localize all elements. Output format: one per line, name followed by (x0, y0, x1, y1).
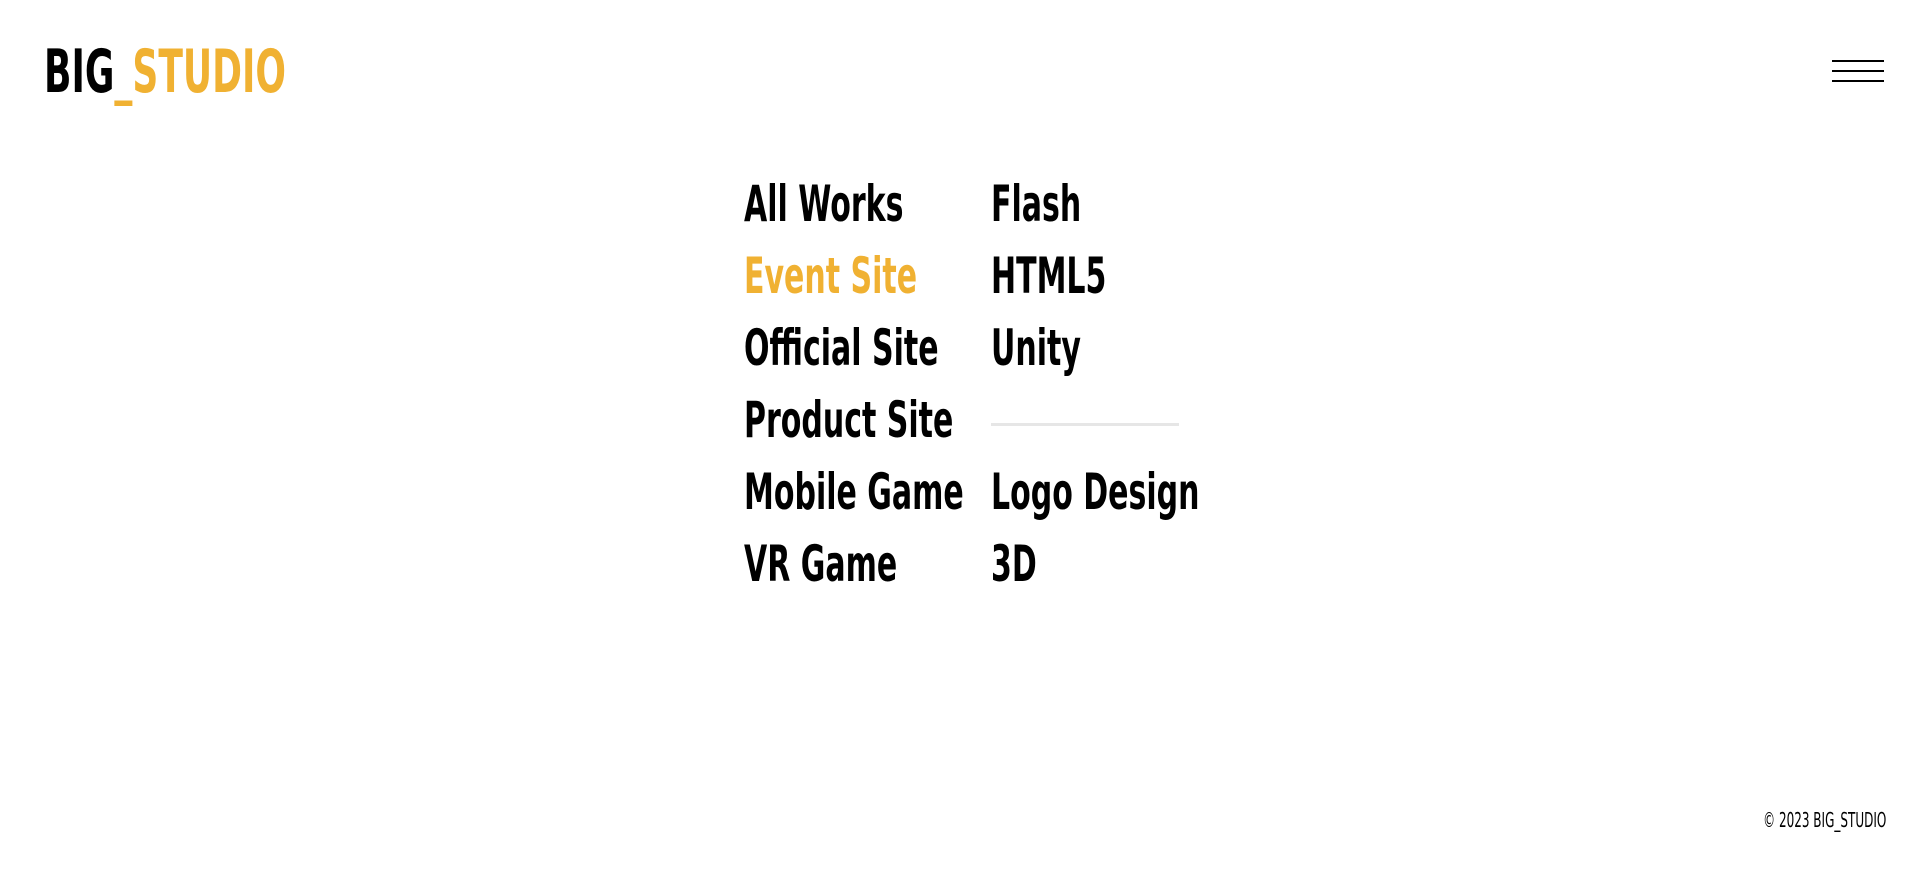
category-label: Flash (991, 175, 1082, 233)
category-label: Product Site (744, 391, 954, 449)
category-column-right: Flash HTML5 Unity Logo Design 3D (991, 172, 1199, 604)
category-label: Unity (991, 319, 1081, 377)
category-product-site[interactable]: Product Site (744, 388, 984, 460)
category-label: HTML5 (991, 247, 1107, 305)
category-all-works[interactable]: All Works (744, 172, 984, 244)
category-label: Logo Design (991, 463, 1200, 521)
category-vr-game[interactable]: VR Game (744, 532, 984, 604)
category-mobile-game[interactable]: Mobile Game (744, 460, 984, 532)
category-divider (991, 388, 1191, 460)
category-label: Mobile Game (744, 463, 964, 521)
category-label: Official Site (744, 319, 939, 377)
divider-rule (991, 423, 1179, 426)
category-label: VR Game (744, 535, 898, 593)
category-label: All Works (744, 175, 904, 233)
hamburger-line (1832, 60, 1884, 62)
category-column-left: All Works Event Site Official Site Produ… (744, 172, 984, 604)
category-logo-design[interactable]: Logo Design (991, 460, 1199, 532)
hamburger-menu-icon[interactable] (1832, 58, 1884, 84)
category-html5[interactable]: HTML5 (991, 244, 1191, 316)
category-flash[interactable]: Flash (991, 172, 1191, 244)
category-label: Event Site (744, 247, 918, 305)
logo-text-big: BIG (44, 37, 115, 107)
category-event-site[interactable]: Event Site (744, 244, 984, 316)
category-3d[interactable]: 3D (991, 532, 1191, 604)
copyright-label: © 2023 BIG_STUDIO (1762, 808, 1886, 832)
hamburger-line (1832, 70, 1884, 72)
logo-text-studio: _STUDIO (114, 37, 286, 107)
hamburger-line (1832, 80, 1884, 82)
category-official-site[interactable]: Official Site (744, 316, 984, 388)
copyright-text: © 2023 BIG_STUDIO (1646, 808, 1886, 832)
category-label: 3D (991, 535, 1037, 593)
site-logo[interactable]: BIG_STUDIO (44, 40, 384, 104)
category-unity[interactable]: Unity (991, 316, 1191, 388)
